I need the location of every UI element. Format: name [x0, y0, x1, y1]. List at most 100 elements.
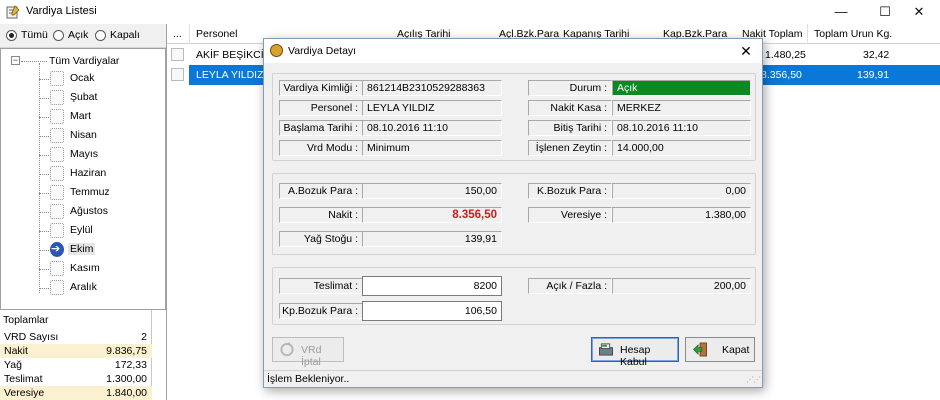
- tree-item-agustos[interactable]: Ağustos: [39, 203, 159, 221]
- tree-item-temmuz[interactable]: Temmuz: [39, 184, 159, 202]
- month-page-icon: [50, 128, 64, 143]
- kp-bozuk-para-input[interactable]: [362, 301, 502, 321]
- month-page-icon: [50, 261, 64, 276]
- tree-branch: [39, 174, 49, 175]
- teslimat-label: Teslimat :: [279, 278, 363, 294]
- column-header[interactable]: Personel: [196, 28, 237, 40]
- tree-item-label: Eylül: [70, 224, 93, 236]
- vrd-iptal-button[interactable]: VRd İptal: [272, 337, 344, 368]
- totals-label: Teslimat: [4, 373, 43, 385]
- dialog-titlebar: Vardiya Detayı ✕: [264, 39, 762, 63]
- refresh-icon: [280, 342, 294, 357]
- window-title: Vardiya Listesi: [26, 5, 97, 17]
- veresiye-value: 1.380,00: [612, 207, 751, 223]
- tree-item-eylul[interactable]: Eylül: [39, 222, 159, 240]
- tree-item-label: Ağustos: [70, 205, 108, 217]
- tree-item-mart[interactable]: Mart: [39, 108, 159, 126]
- minimize-button[interactable]: —: [819, 0, 863, 24]
- vrd-modu-value: Minimum: [362, 140, 502, 156]
- vardiya-kimligi-label: Vardiya Kimliği :: [279, 80, 363, 96]
- totals-panel: Toplamlar VRD Sayısı 2 Nakit 9.836,75 Yağ 1…: [0, 310, 152, 400]
- tree-branch: [39, 288, 49, 289]
- month-page-icon: [50, 90, 64, 105]
- nakit-kasa-value: MERKEZ: [612, 100, 751, 116]
- radio-open[interactable]: [53, 30, 64, 41]
- tree-item-label: Aralık: [70, 281, 97, 293]
- tree-item-kasim[interactable]: Kasım: [39, 260, 159, 278]
- tree-item-label: Haziran: [70, 167, 107, 179]
- dialog-title: Vardiya Detayı: [288, 45, 357, 57]
- baslama-tarihi-value: 08.10.2016 11:10: [362, 120, 502, 136]
- tree-item-label: Ocak: [70, 72, 95, 84]
- tree-branch: [39, 212, 49, 213]
- month-page-icon: [50, 109, 64, 124]
- status-text: İşlem Bekleniyor..: [267, 373, 350, 385]
- tree-item-subat[interactable]: Şubat: [39, 89, 159, 107]
- totals-label: Yağ: [4, 359, 22, 371]
- shift-detail-dialog: Vardiya Detayı ✕ Vardiya Kimliği : 86121…: [263, 38, 763, 388]
- column-divider: [189, 24, 190, 44]
- row-indicator[interactable]: [171, 48, 184, 61]
- radio-closed[interactable]: [95, 30, 106, 41]
- cell-nakit: 8.356,50: [761, 69, 802, 81]
- totals-value: 2: [141, 331, 147, 343]
- totals-value: 1.300,00: [106, 373, 147, 385]
- tree-item-aralik[interactable]: Aralık: [39, 279, 159, 297]
- durum-label: Durum :: [528, 80, 612, 96]
- totals-title: Toplamlar: [3, 314, 49, 326]
- cell-nakit: 1.480,25: [765, 49, 806, 61]
- tree-branch: [39, 269, 49, 270]
- collapse-icon[interactable]: −: [11, 56, 20, 65]
- acik-fazla-value: 200,00: [612, 278, 751, 294]
- tree-item-haziran[interactable]: Haziran: [39, 165, 159, 183]
- a-bozuk-para-value: 150,00: [362, 183, 502, 199]
- totals-label: Nakit: [4, 345, 28, 357]
- column-header[interactable]: Toplam Urun Kg.: [814, 28, 892, 40]
- month-tree: − Tüm Vardiyalar Ocak Şubat Mart Nisan M…: [0, 48, 166, 310]
- dialog-close-button[interactable]: ✕: [736, 41, 756, 61]
- tree-branch: [39, 117, 49, 118]
- row-indicator[interactable]: [171, 68, 184, 81]
- nakit-kasa-label: Nakit Kasa :: [528, 100, 612, 116]
- kapat-button[interactable]: Kapat: [685, 337, 755, 362]
- radio-all-label[interactable]: Tümü: [21, 29, 48, 41]
- tree-item-mayis[interactable]: Mayıs: [39, 146, 159, 164]
- durum-status-badge: Açık: [612, 80, 751, 96]
- resize-grip-icon[interactable]: ⋰⋰: [746, 375, 761, 384]
- tree-item-ekim[interactable]: Ekim: [39, 241, 159, 259]
- baslama-tarihi-label: Başlama Tarihi :: [279, 120, 363, 136]
- tree-item-label: Mart: [70, 110, 91, 122]
- tree-item-nisan[interactable]: Nisan: [39, 127, 159, 145]
- radio-all[interactable]: [6, 30, 17, 41]
- bitis-tarihi-value: 08.10.2016 11:10: [612, 120, 751, 136]
- teslimat-input[interactable]: [362, 276, 502, 296]
- hesap-kabul-button[interactable]: Hesap Kabul: [591, 337, 679, 368]
- k-bozuk-para-value: 0,00: [612, 183, 751, 199]
- tree-branch: [39, 79, 49, 80]
- close-button[interactable]: ✕: [897, 0, 940, 24]
- dialog-statusbar: İşlem Bekleniyor.. ⋰⋰: [264, 370, 762, 387]
- kp-bozuk-para-label: Kp.Bozuk Para :: [279, 303, 363, 319]
- month-page-icon: [50, 147, 64, 162]
- tree-item-label: Mayıs: [70, 148, 99, 160]
- tree-item-label: Ekim: [68, 243, 96, 255]
- tree-item-ocak[interactable]: Ocak: [39, 70, 159, 88]
- cell-personel: LEYLA YILDIZ: [196, 69, 264, 81]
- acik-fazla-label: Açık / Fazla :: [528, 278, 612, 294]
- radio-closed-label[interactable]: Kapalı: [110, 29, 140, 41]
- tree-branch: [39, 98, 49, 99]
- radio-open-label[interactable]: Açık: [68, 29, 88, 41]
- totals-label: VRD Sayısı: [4, 331, 59, 343]
- column-header[interactable]: ...: [173, 28, 182, 40]
- nakit-label: Nakit :: [279, 207, 363, 223]
- totals-value: 1.840,00: [106, 387, 147, 399]
- totals-value: 172,33: [114, 359, 147, 371]
- a-bozuk-para-label: A.Bozuk Para :: [279, 183, 363, 199]
- islenen-zeytin-label: İşlenen Zeytin :: [528, 140, 612, 156]
- money-group: A.Bozuk Para : 150,00 Nakit : 8.356,50 Y…: [272, 173, 756, 255]
- delivery-group: Teslimat : Kp.Bozuk Para : Açık / Fazla …: [272, 267, 756, 325]
- dialog-app-icon: [270, 44, 283, 57]
- tree-root[interactable]: Tüm Vardiyalar: [49, 55, 119, 67]
- totals-row: Nakit 9.836,75: [0, 344, 152, 358]
- cell-personel: AKİF BEŞİKCİ: [196, 49, 264, 61]
